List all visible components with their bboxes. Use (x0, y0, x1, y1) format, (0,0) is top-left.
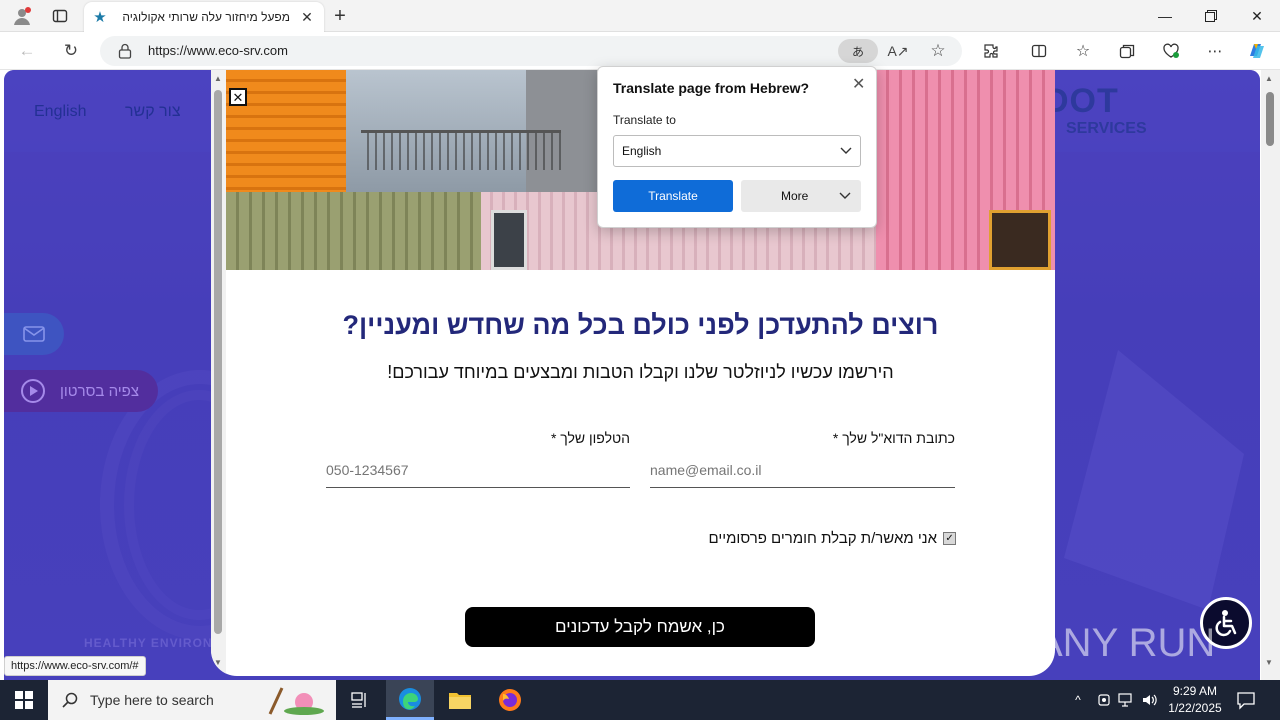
settings-more-icon[interactable]: ⋯ (1202, 39, 1228, 63)
page-scroll-down-icon[interactable]: ▼ (1265, 658, 1273, 667)
translate-to-label: Translate to (613, 113, 676, 127)
popup-scrollbar[interactable]: ▲ ▼ (211, 70, 226, 676)
status-link-preview: https://www.eco-srv.com/# (4, 656, 146, 676)
more-options-button[interactable]: More (741, 180, 861, 212)
chevron-down-icon (840, 147, 852, 154)
email-field[interactable] (650, 456, 955, 488)
watermark-text: ANY RUN (1036, 621, 1215, 665)
close-window-icon[interactable]: ✕ (1234, 0, 1280, 32)
minimize-icon[interactable]: — (1142, 0, 1188, 32)
consent-row: ✓ אני מאשר/ת קבלת חומרים פרסומיים (651, 528, 956, 548)
translate-flyout: Translate page from Hebrew? ✕ Translate … (597, 66, 877, 228)
collections-icon[interactable] (1114, 39, 1140, 63)
network-icon[interactable] (1116, 690, 1136, 710)
tab-actions-icon[interactable] (46, 4, 74, 28)
translate-icon[interactable]: あ (838, 39, 878, 63)
read-aloud-icon[interactable]: A↗ (886, 40, 910, 62)
tab-eco-srv[interactable]: ★ מפעל מיחזור עלה שרותי אקולוגיה ✕ (84, 2, 324, 32)
email-label: כתובת הדוא"ל שלך * (832, 430, 955, 446)
page-scrollbar-thumb[interactable] (1266, 92, 1274, 146)
anyrun-watermark: ANY RUN (1036, 621, 1215, 665)
more-chevron-down-icon (839, 192, 851, 199)
edge-taskbar-icon[interactable] (386, 680, 434, 720)
volume-icon[interactable] (1140, 690, 1160, 710)
taskbar-search[interactable]: Type here to search (48, 680, 336, 720)
restore-icon[interactable] (1188, 0, 1234, 32)
task-view-icon[interactable] (336, 680, 384, 720)
windows-logo-icon (15, 691, 33, 709)
url-text[interactable]: https://www.eco-srv.com (148, 43, 288, 58)
popup-subheadline: הירשמו עכשיו לניוזלטר שלנו וקבלו הטבות ו… (387, 362, 894, 382)
clock-time: 9:29 AM (1172, 684, 1218, 698)
split-screen-icon[interactable] (1026, 39, 1052, 63)
copilot-icon[interactable] (1244, 39, 1270, 63)
selected-language: English (622, 144, 662, 158)
scroll-down-arrow-icon[interactable]: ▼ (214, 658, 222, 667)
popup-close-button[interactable]: ✕ (229, 88, 247, 106)
new-tab-icon[interactable]: + (326, 4, 354, 28)
favorites-icon[interactable]: ☆ (1070, 39, 1096, 63)
page-scroll-up-icon[interactable]: ▲ (1265, 74, 1273, 83)
translate-title: Translate page from Hebrew? (613, 80, 810, 96)
tray-expand-icon[interactable]: ^ (1068, 690, 1088, 710)
notifications-icon[interactable] (1236, 690, 1256, 710)
phone-field[interactable] (326, 456, 630, 488)
browser-essentials-icon[interactable] (1158, 39, 1184, 63)
taskbar-clock[interactable]: 9:29 AM 1/22/2025 (1160, 683, 1230, 717)
hero-window (491, 210, 527, 270)
translate-button[interactable]: Translate (613, 180, 733, 212)
translate-language-select[interactable]: English (613, 135, 861, 167)
subscribe-button[interactable]: כן, אשמח לקבל עדכונים (465, 607, 815, 647)
search-placeholder: Type here to search (90, 692, 214, 708)
firefox-icon[interactable] (486, 680, 534, 720)
consent-checkbox[interactable]: ✓ (943, 531, 956, 545)
tab-strip: ★ מפעל מיחזור עלה שרותי אקולוגיה ✕ + — ✕ (0, 0, 1280, 32)
browser-toolbar: ← ↻ https://www.eco-srv.com あ A↗ ☆ ☆ ⋯ (0, 32, 1280, 70)
taskbar: Type here to search ^ 9:29 AM 1/22/2025 (0, 680, 1280, 720)
popup-headline: רוצים להתעדכן לפני כולם בכל מה שחדש ומענ… (342, 310, 939, 340)
popup-scrollbar-thumb[interactable] (214, 90, 222, 634)
start-button[interactable] (0, 680, 48, 720)
tab-close-icon[interactable]: ✕ (298, 9, 316, 26)
hero-railing (361, 130, 561, 170)
search-icon (62, 692, 78, 708)
translate-close-icon[interactable]: ✕ (852, 74, 865, 94)
scroll-up-arrow-icon[interactable]: ▲ (214, 74, 222, 83)
clock-date: 1/22/2025 (1168, 701, 1222, 715)
hero-green-container (226, 192, 481, 270)
favorite-star-icon[interactable]: ☆ (926, 40, 950, 62)
phone-label: הטלפון שלך * (550, 430, 630, 446)
extensions-icon[interactable] (978, 39, 1004, 63)
back-icon[interactable]: ← (12, 37, 42, 65)
file-explorer-icon[interactable] (436, 680, 484, 720)
more-options-label: More (781, 189, 809, 203)
tray-network-device-icon[interactable] (1094, 690, 1114, 710)
search-highlight-icon (268, 687, 324, 715)
hero-door (989, 210, 1051, 270)
tab-title: מפעל מיחזור עלה שרותי אקולוגיה (122, 10, 290, 24)
profile-icon[interactable] (8, 4, 36, 28)
site-favicon-icon: ★ (93, 9, 107, 26)
refresh-icon[interactable]: ↻ (56, 37, 86, 65)
page-scrollbar[interactable]: ▲ ▼ (1261, 70, 1280, 680)
consent-label[interactable]: אני מאשר/ת קבלת חומרים פרסומיים (708, 530, 937, 547)
lock-icon[interactable] (118, 43, 132, 59)
address-bar[interactable]: https://www.eco-srv.com あ A↗ ☆ (100, 36, 962, 66)
